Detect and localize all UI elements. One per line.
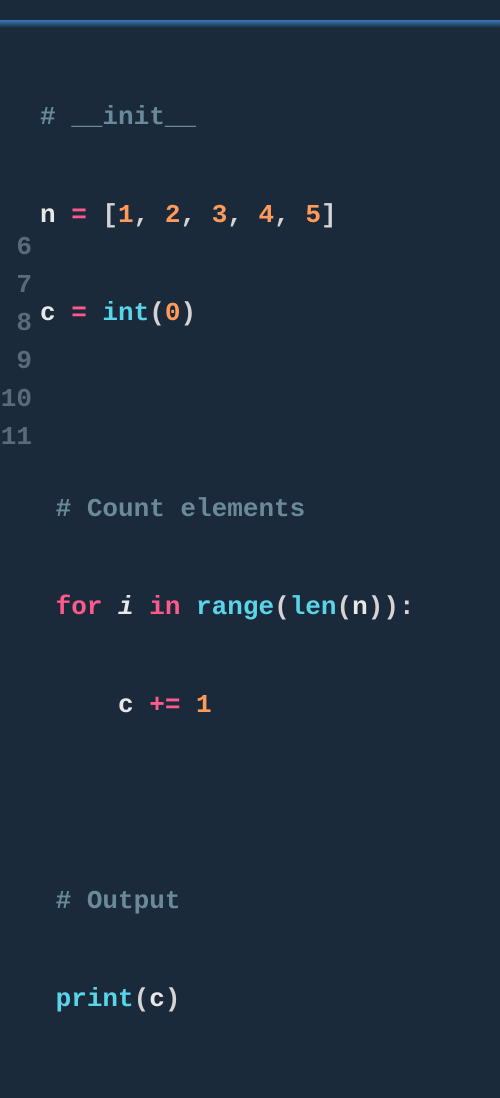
range-fn: range: [180, 592, 274, 622]
paren-open: (: [274, 592, 290, 622]
num: 1: [118, 200, 134, 230]
code-line[interactable]: for i in range(len(n)):: [40, 588, 500, 626]
num: 2: [165, 200, 181, 230]
int-fn: int: [102, 298, 149, 328]
code-line[interactable]: c = int(0): [40, 294, 500, 332]
comma: ,: [227, 200, 258, 230]
paren-close: ): [165, 984, 181, 1014]
loop-var: i: [102, 592, 149, 622]
paren-close: ): [383, 592, 399, 622]
comment-text: # Count elements: [56, 494, 306, 524]
code-line[interactable]: # Output: [40, 882, 500, 920]
bracket-open: [: [102, 200, 118, 230]
window-top-edge: [0, 20, 500, 28]
line-gutter: 6 7 8 9 10 11: [0, 38, 40, 1098]
line-number: 6: [0, 228, 32, 266]
assign-op: =: [56, 298, 103, 328]
num: 4: [259, 200, 275, 230]
paren-open: (: [134, 984, 150, 1014]
code-line[interactable]: c += 1: [40, 686, 500, 724]
code-editor[interactable]: 6 7 8 9 10 11 # __init__ n = [1, 2, 3, 4…: [0, 38, 500, 1098]
in-kw: in: [149, 592, 180, 622]
code-content[interactable]: # __init__ n = [1, 2, 3, 4, 5] c = int(0…: [40, 38, 500, 1098]
num-zero: 0: [165, 298, 181, 328]
paren-open: (: [337, 592, 353, 622]
comment-text: # __init__: [40, 102, 196, 132]
var-n: n: [40, 200, 56, 230]
paren-close: ): [368, 592, 384, 622]
assign-op: =: [56, 200, 103, 230]
bracket-close: ]: [321, 200, 337, 230]
var-c-ref: c: [118, 690, 134, 720]
code-line[interactable]: print(c): [40, 980, 500, 1018]
paren-close: ): [180, 298, 196, 328]
line-number: 8: [0, 304, 32, 342]
line-number: 7: [0, 266, 32, 304]
var-c-ref: c: [149, 984, 165, 1014]
len-fn: len: [290, 592, 337, 622]
code-line[interactable]: n = [1, 2, 3, 4, 5]: [40, 196, 500, 234]
code-line-blank[interactable]: [40, 784, 500, 822]
line-number: 10: [0, 380, 32, 418]
colon: :: [399, 592, 415, 622]
num: 5: [305, 200, 321, 230]
comma: ,: [180, 200, 211, 230]
code-line[interactable]: # __init__: [40, 98, 500, 136]
var-n-ref: n: [352, 592, 368, 622]
paren-open: (: [149, 298, 165, 328]
for-kw: for: [56, 592, 103, 622]
line-number: 11: [0, 418, 32, 456]
num: 3: [212, 200, 228, 230]
code-line-blank[interactable]: [40, 1078, 500, 1098]
num-one: 1: [196, 690, 212, 720]
var-c: c: [40, 298, 56, 328]
comma: ,: [134, 200, 165, 230]
pluseq-op: +=: [134, 690, 196, 720]
comment-text: # Output: [56, 886, 181, 916]
code-line[interactable]: # Count elements: [40, 490, 500, 528]
code-line-blank[interactable]: [40, 392, 500, 430]
comma: ,: [274, 200, 305, 230]
line-number: 9: [0, 342, 32, 380]
print-fn: print: [56, 984, 134, 1014]
